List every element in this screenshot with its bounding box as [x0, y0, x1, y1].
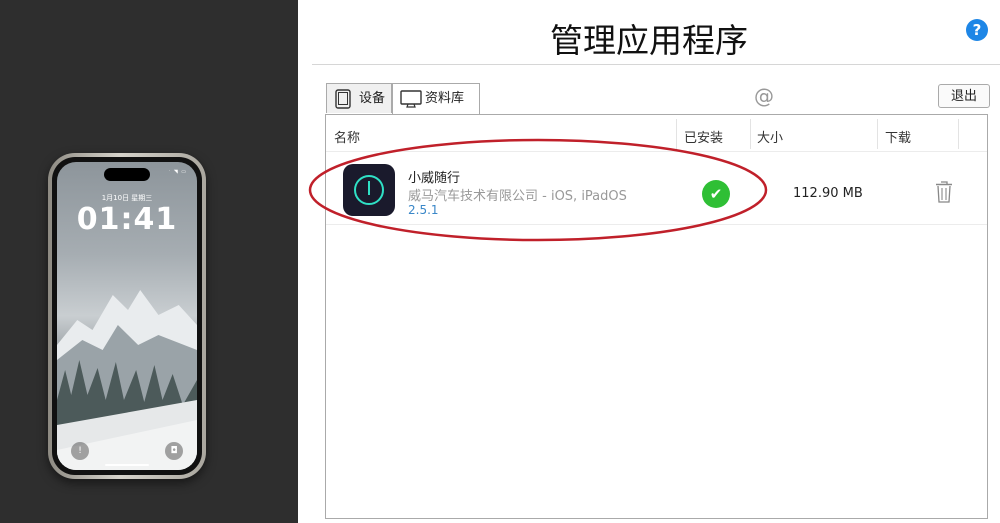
dynamic-island: [104, 168, 150, 181]
column-header-installed[interactable]: 已安装: [684, 127, 723, 146]
lock-screen: ᐧ ◥ ▭ 1月10日 星期三 01:41 ! ◘: [57, 162, 197, 470]
tab-library-label: 资料库: [425, 91, 465, 106]
tablet-icon: [335, 89, 351, 109]
app-size: 112.90 MB: [793, 186, 863, 201]
trash-icon[interactable]: [934, 180, 954, 204]
page-title: 管理应用程序: [550, 21, 748, 60]
app-publisher: 威马汽车技术有限公司 - iOS, iPadOS: [408, 189, 627, 204]
logout-button[interactable]: 退出: [938, 84, 990, 108]
tab-devices[interactable]: 设备: [326, 83, 392, 113]
main-content: 管理应用程序 ? 设备 资料库 @ 退出 名称 已安装 大小 下载 小威随行 威…: [298, 0, 1000, 523]
table-row[interactable]: 小威随行 威马汽车技术有限公司 - iOS, iPadOS 2.5.1 ✔ 11…: [326, 152, 987, 225]
iphone-device: ᐧ ◥ ▭ 1月10日 星期三 01:41 ! ◘: [48, 153, 206, 479]
app-name: 小威随行: [408, 171, 461, 186]
installed-check-icon: ✔: [702, 180, 730, 208]
at-icon[interactable]: @: [754, 84, 774, 108]
column-header-size[interactable]: 大小: [757, 127, 783, 146]
mountain-wallpaper: [57, 290, 197, 470]
column-header-download[interactable]: 下载: [885, 127, 911, 146]
status-bar-icons: ᐧ ◥ ▭: [168, 169, 187, 175]
device-preview-panel: ᐧ ◥ ▭ 1月10日 星期三 01:41 ! ◘: [0, 0, 298, 523]
column-header-name[interactable]: 名称: [334, 127, 360, 146]
flashlight-icon: !: [71, 442, 89, 460]
app-version: 2.5.1: [408, 203, 439, 217]
home-indicator: [105, 464, 149, 466]
app-library-table: 名称 已安装 大小 下载 小威随行 威马汽车技术有限公司 - iOS, iPad…: [325, 114, 988, 519]
app-icon: [343, 164, 395, 216]
tab-devices-label: 设备: [359, 91, 386, 106]
monitor-icon: [400, 90, 422, 108]
tab-library[interactable]: 资料库: [392, 83, 480, 115]
camera-icon: ◘: [165, 442, 183, 460]
help-button[interactable]: ?: [966, 19, 988, 41]
title-divider: [312, 64, 1000, 65]
lock-screen-time: 01:41: [76, 202, 178, 237]
